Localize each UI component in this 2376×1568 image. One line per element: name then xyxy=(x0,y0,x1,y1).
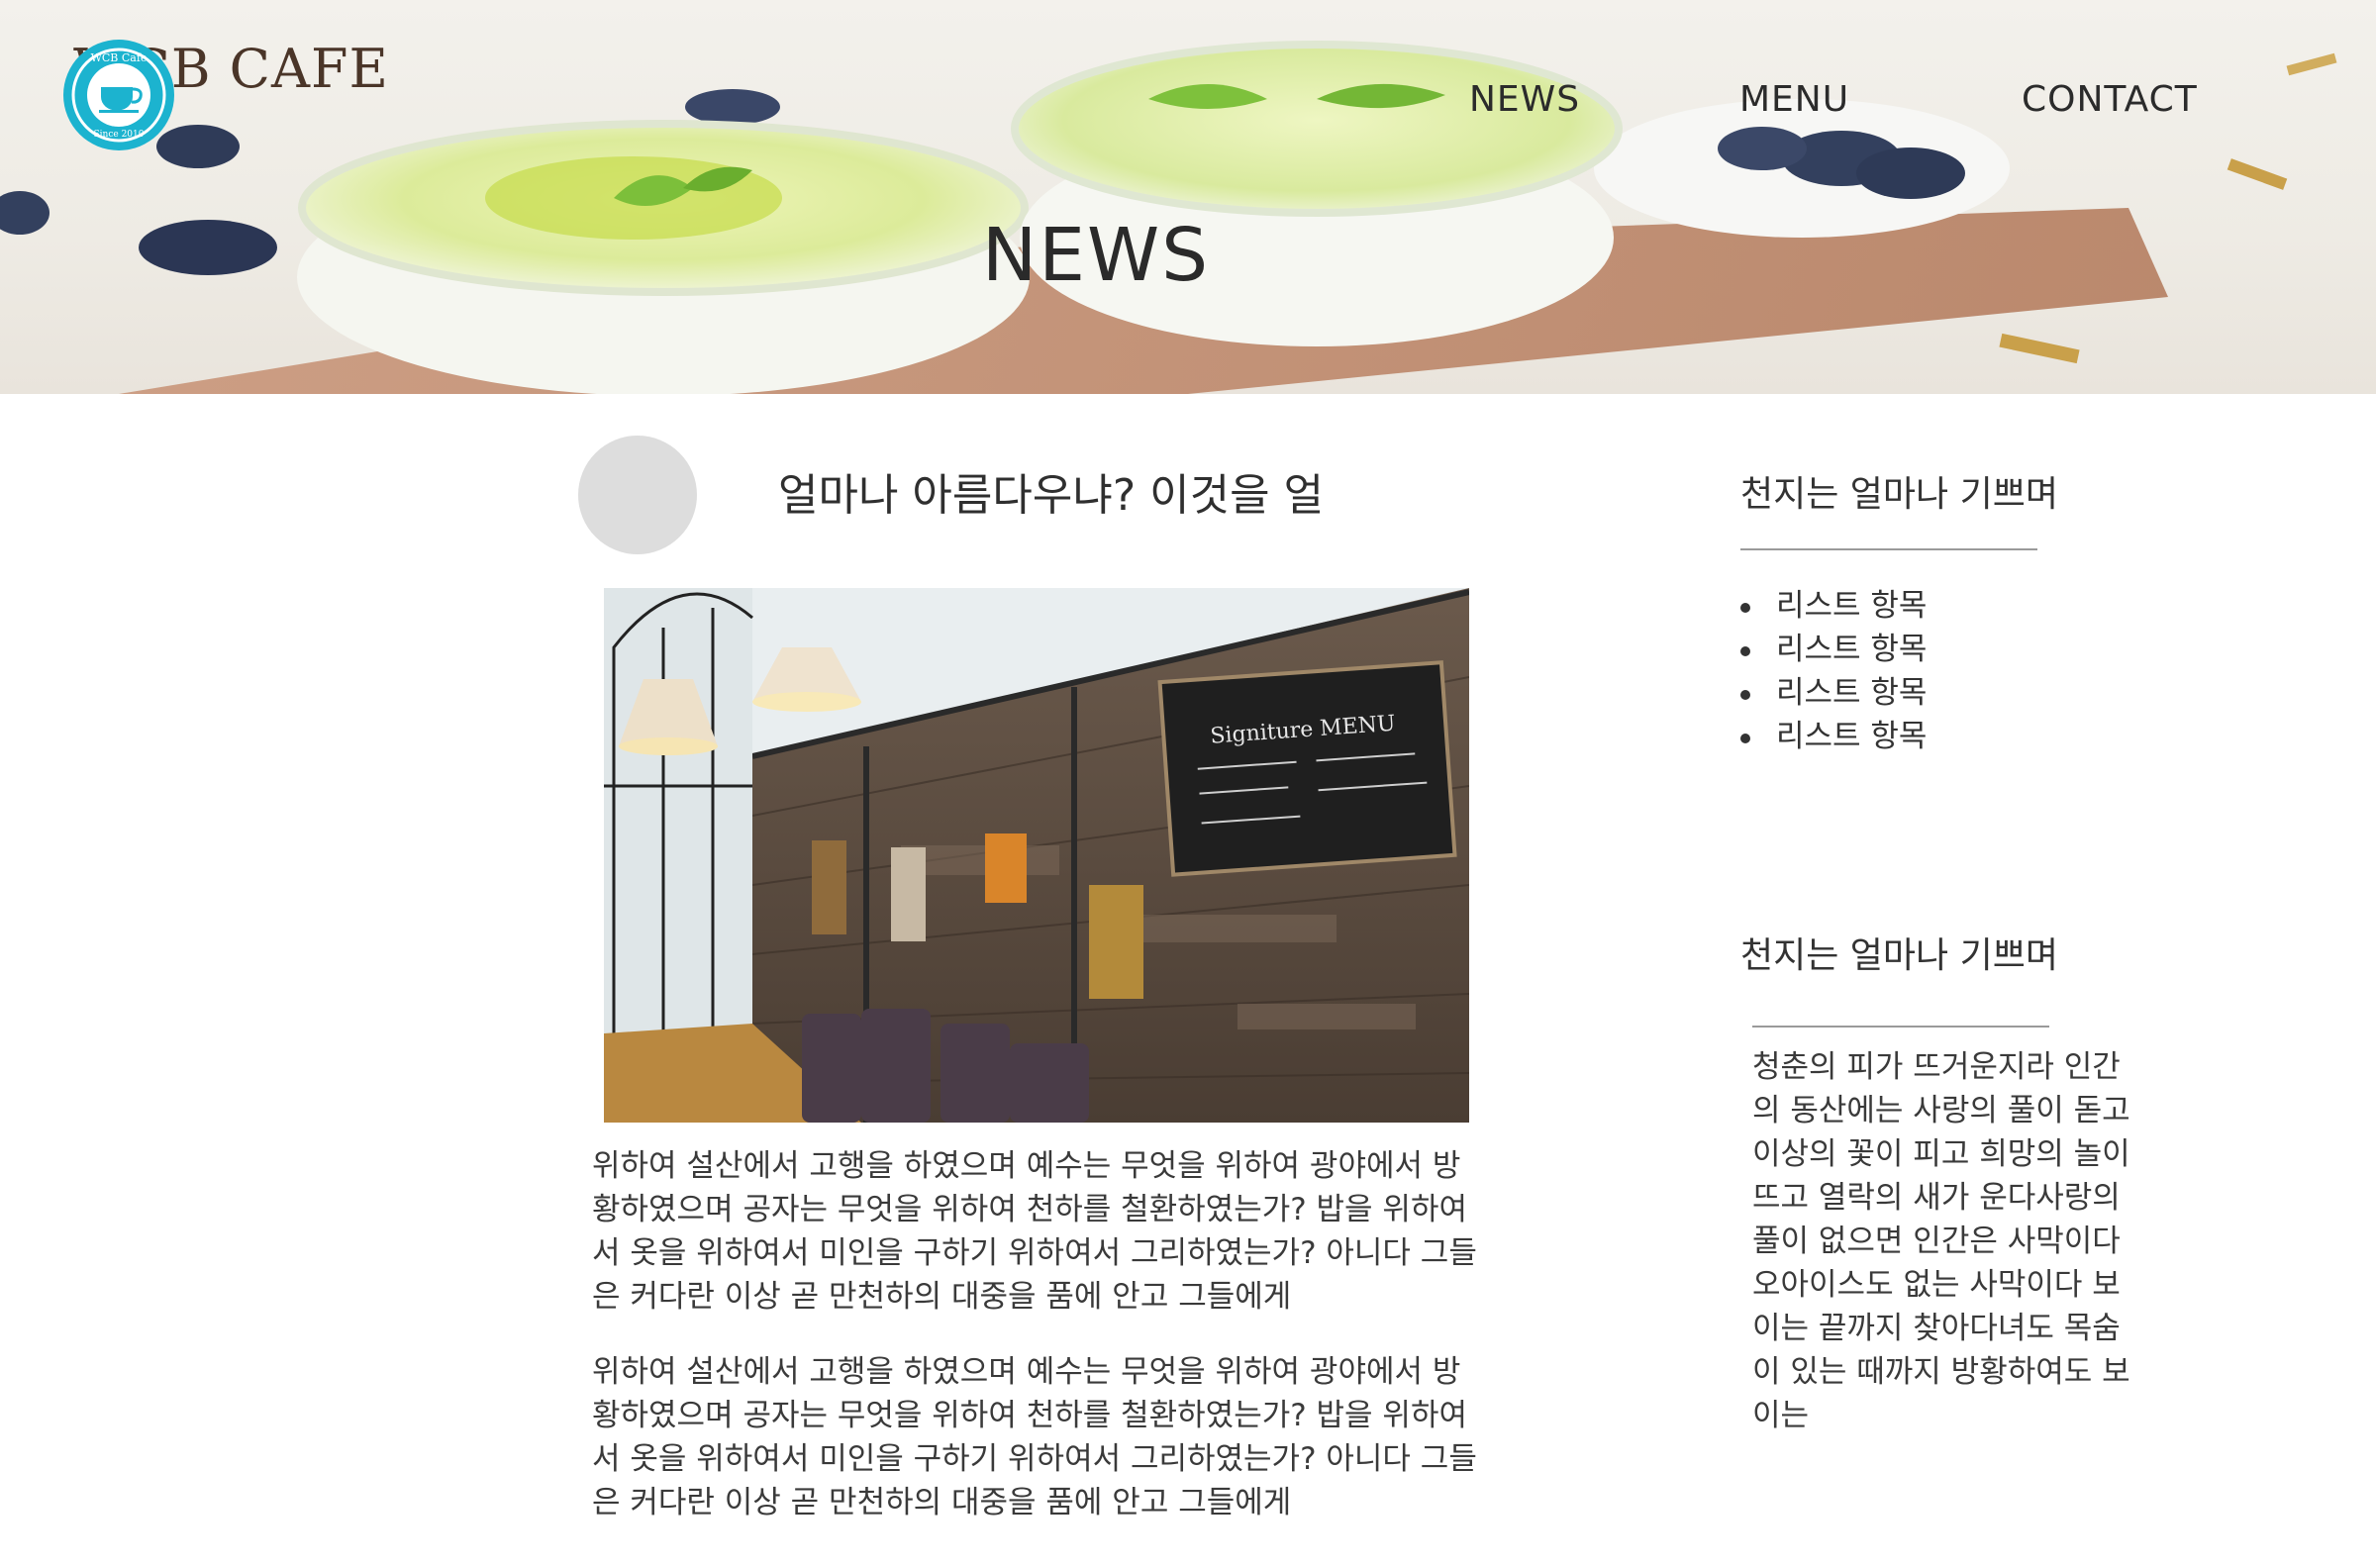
sidebar-list-item: 리스트 항목 xyxy=(1740,628,1927,671)
nav-link-menu[interactable]: MENU xyxy=(1739,79,1849,120)
sidebar-list-item: 리스트 항목 xyxy=(1740,584,1927,628)
author-avatar xyxy=(578,436,697,554)
sidebar-list-item: 리스트 항목 xyxy=(1740,715,1927,758)
main-nav: NEWS MENU CONTACT xyxy=(0,79,2376,129)
sidebar-divider-2 xyxy=(1752,1026,2049,1028)
logo-badge-top-text: WCB Cafe xyxy=(91,51,148,64)
article-photo: Signiture MENU xyxy=(604,588,1469,1123)
article-paragraph-2: 위하여 설산에서 고행을 하였으며 예수는 무엇을 위하여 광야에서 방황하였으… xyxy=(592,1354,1477,1520)
page-title: NEWS xyxy=(981,213,1211,298)
sidebar-divider-1 xyxy=(1740,548,2037,550)
hero-banner: WCB Cafe Since 2010 WCB CAFE NEWS MENU C… xyxy=(0,0,2376,394)
article-title: 얼마나 아름다우냐? 이것을 얼 xyxy=(778,470,1325,521)
sidebar-list: 리스트 항목 리스트 항목 리스트 항목 리스트 항목 xyxy=(1740,584,1927,758)
sidebar-section1-title: 천지는 얼마나 기쁘며 xyxy=(1740,474,2058,515)
sidebar-list-item: 리스트 항목 xyxy=(1740,671,1927,715)
sidebar-section2-title: 천지는 얼마나 기쁘며 xyxy=(1740,935,2058,976)
sidebar-text: 청춘의 피가 뜨거운지라 인간의 동산에는 사랑의 풀이 돋고 이상의 꽃이 피… xyxy=(1752,1049,2130,1433)
logo-badge-bottom-text: Since 2010 xyxy=(94,130,145,140)
article-paragraph-1: 위하여 설산에서 고행을 하였으며 예수는 무엇을 위하여 광야에서 방황하였으… xyxy=(592,1148,1477,1315)
nav-link-contact[interactable]: CONTACT xyxy=(2022,79,2198,120)
nav-link-news[interactable]: NEWS xyxy=(1469,79,1580,120)
